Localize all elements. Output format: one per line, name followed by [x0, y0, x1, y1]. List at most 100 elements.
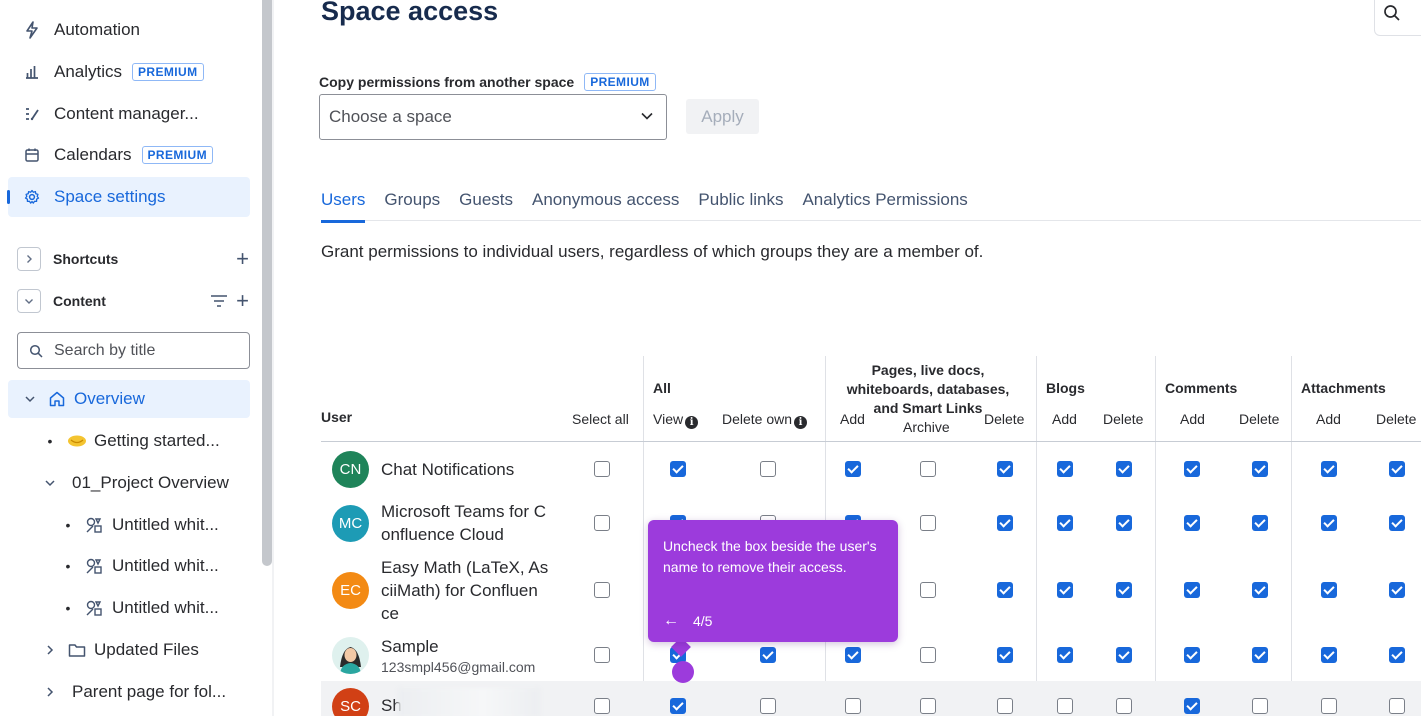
checkbox-comments-add[interactable] [1184, 698, 1200, 714]
apply-button[interactable]: Apply [686, 99, 759, 134]
checkbox-comments-add[interactable] [1184, 515, 1200, 531]
checkbox-pages-add[interactable] [845, 698, 861, 714]
tooltip-nav: ← 4/5 [663, 612, 712, 630]
chevron-right-icon[interactable] [17, 247, 41, 271]
checkbox-comments-add[interactable] [1184, 582, 1200, 598]
choose-space-select[interactable]: Choose a space [319, 94, 667, 140]
checkbox-select-all[interactable] [594, 582, 610, 598]
checkbox-attachments-add[interactable] [1321, 582, 1337, 598]
tree-label: Updated Files [94, 640, 199, 659]
checkbox-attachments-delete[interactable] [1389, 461, 1405, 477]
checkbox-pages-delete[interactable] [997, 647, 1013, 663]
tab-analytics-permissions[interactable]: Analytics Permissions [802, 190, 967, 221]
checkbox-blogs-add[interactable] [1057, 647, 1073, 663]
checkbox-pages-archive[interactable] [920, 647, 936, 663]
chevron-down-icon[interactable] [40, 477, 60, 489]
checkbox-attachments-delete[interactable] [1389, 515, 1405, 531]
nav-content-manager[interactable]: Content manager... [8, 94, 250, 134]
checkbox-attachments-delete[interactable] [1389, 647, 1405, 663]
sidebar-scrollbar[interactable] [262, 0, 272, 566]
checkbox-attachments-add[interactable] [1321, 647, 1337, 663]
nav-automation[interactable]: Automation [8, 10, 250, 50]
checkbox-blogs-add[interactable] [1057, 461, 1073, 477]
checkbox-comments-delete[interactable] [1252, 582, 1268, 598]
checkbox-attachments-add[interactable] [1321, 461, 1337, 477]
back-arrow-icon[interactable]: ← [663, 612, 679, 630]
filter-icon[interactable] [210, 290, 228, 312]
tree-item-getting-started[interactable]: • Getting started... [40, 422, 220, 460]
tooltip-hotspot[interactable] [672, 661, 694, 683]
tree-item-whiteboard-1[interactable]: • Untitled whit... [58, 506, 219, 544]
tree-item-overview[interactable]: Overview [8, 380, 250, 418]
chevron-down-icon[interactable] [20, 393, 40, 405]
top-search-button[interactable] [1374, 0, 1421, 36]
tab-public-links[interactable]: Public links [698, 190, 783, 221]
tab-guests[interactable]: Guests [459, 190, 513, 221]
tree-item-whiteboard-3[interactable]: • Untitled whit... [58, 589, 219, 627]
checkbox-pages-archive[interactable] [920, 461, 936, 477]
checkbox-blogs-add[interactable] [1057, 698, 1073, 714]
checkbox-comments-delete[interactable] [1252, 647, 1268, 663]
nav-calendars[interactable]: Calendars PREMIUM [8, 135, 250, 175]
checkbox-blogs-add[interactable] [1057, 582, 1073, 598]
nav-analytics[interactable]: Analytics PREMIUM [8, 52, 250, 92]
checkbox-view[interactable] [670, 461, 686, 477]
checkbox-comments-delete[interactable] [1252, 515, 1268, 531]
tree-item-updated-files[interactable]: Updated Files [40, 631, 199, 669]
checkbox-blogs-delete[interactable] [1116, 582, 1132, 598]
tree-item-project-overview[interactable]: 01_Project Overview [40, 464, 229, 502]
checkbox-pages-delete[interactable] [997, 698, 1013, 714]
checkbox-pages-archive[interactable] [920, 582, 936, 598]
checkbox-attachments-add[interactable] [1321, 515, 1337, 531]
nav-space-settings[interactable]: Space settings [8, 177, 250, 217]
tree-item-whiteboard-2[interactable]: • Untitled whit... [58, 547, 219, 585]
tab-anonymous-access[interactable]: Anonymous access [532, 190, 679, 221]
checkbox-attachments-delete[interactable] [1389, 698, 1405, 714]
checkbox-delete-own[interactable] [760, 698, 776, 714]
checkbox-comments-delete[interactable] [1252, 698, 1268, 714]
checkbox-attachments-add[interactable] [1321, 698, 1337, 714]
search-by-title-input[interactable]: Search by title [17, 332, 250, 369]
checkbox-view[interactable] [670, 698, 686, 714]
bar-chart-icon [22, 64, 42, 80]
checkbox-pages-delete[interactable] [997, 582, 1013, 598]
checkbox-blogs-delete[interactable] [1116, 515, 1132, 531]
checkbox-pages-delete[interactable] [997, 461, 1013, 477]
checkbox-pages-archive[interactable] [920, 698, 936, 714]
checkbox-comments-delete[interactable] [1252, 461, 1268, 477]
checkbox-comments-add[interactable] [1184, 647, 1200, 663]
header-blogs-add: Add [1052, 411, 1077, 427]
tab-groups[interactable]: Groups [384, 190, 440, 221]
checkbox-select-all[interactable] [594, 698, 610, 714]
checkbox-attachments-delete[interactable] [1389, 582, 1405, 598]
search-placeholder: Search by title [54, 341, 156, 359]
checkbox-blogs-delete[interactable] [1116, 647, 1132, 663]
checkbox-blogs-delete[interactable] [1116, 698, 1132, 714]
chevron-right-icon[interactable] [40, 686, 60, 698]
nav-label: Calendars [54, 145, 132, 164]
checkbox-pages-archive[interactable] [920, 515, 936, 531]
checkbox-select-all[interactable] [594, 461, 610, 477]
info-icon[interactable]: i [685, 416, 699, 429]
add-shortcut-icon[interactable]: + [236, 248, 249, 270]
checkbox-select-all[interactable] [594, 647, 610, 663]
add-content-icon[interactable]: + [236, 290, 249, 312]
checkbox-delete-own[interactable] [760, 647, 776, 663]
checkbox-comments-add[interactable] [1184, 461, 1200, 477]
checkbox-blogs-delete[interactable] [1116, 461, 1132, 477]
checkbox-pages-add[interactable] [845, 647, 861, 663]
checkbox-pages-add[interactable] [845, 461, 861, 477]
header-view: View i [653, 411, 699, 429]
header-attachments-add: Add [1316, 411, 1341, 427]
chevron-down-icon[interactable] [17, 289, 41, 313]
folder-icon [66, 642, 88, 658]
checkbox-blogs-add[interactable] [1057, 515, 1073, 531]
chevron-right-icon[interactable] [40, 644, 60, 656]
info-icon[interactable]: i [794, 416, 808, 429]
tab-users[interactable]: Users [321, 190, 366, 223]
premium-badge: PREMIUM [141, 146, 213, 164]
checkbox-delete-own[interactable] [760, 461, 776, 477]
checkbox-select-all[interactable] [594, 515, 610, 531]
checkbox-pages-delete[interactable] [997, 515, 1013, 531]
tree-item-parent-page[interactable]: Parent page for fol... [40, 673, 226, 711]
